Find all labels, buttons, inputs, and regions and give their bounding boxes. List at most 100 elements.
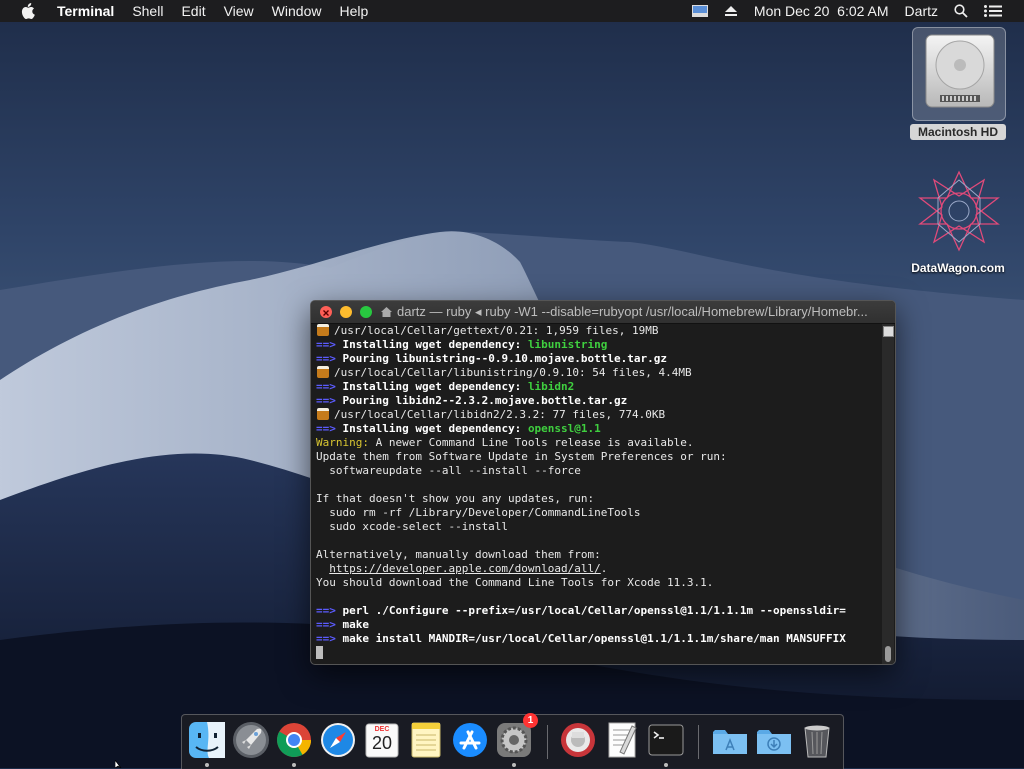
scroll-thumb[interactable] bbox=[885, 646, 891, 662]
finder-running-dot bbox=[205, 763, 209, 767]
calendar-day: 20 bbox=[371, 733, 393, 753]
dock-finder[interactable] bbox=[187, 720, 227, 760]
beer-mug-icon bbox=[317, 408, 329, 420]
terminal-text: Installing wget dependency: bbox=[342, 422, 528, 435]
hard-disk-icon[interactable] bbox=[922, 33, 998, 111]
dock-trash[interactable] bbox=[797, 720, 837, 760]
terminal-indent bbox=[316, 562, 329, 575]
datawagon-app-icon[interactable] bbox=[916, 168, 1002, 254]
dock-textedit[interactable] bbox=[602, 720, 642, 760]
downloads-folder-icon bbox=[757, 730, 791, 754]
applications-folder-icon bbox=[713, 730, 747, 754]
launchpad-rocket-icon bbox=[233, 722, 269, 758]
terminal-line: softwareupdate --all --install --force bbox=[316, 464, 881, 478]
zoom-button[interactable] bbox=[360, 306, 372, 318]
dock-safari[interactable] bbox=[318, 720, 358, 760]
scroll-up-button[interactable] bbox=[883, 326, 894, 337]
terminal-text: make install MANDIR=/usr/local/Cellar/op… bbox=[342, 632, 846, 645]
macintosh-hd-label[interactable]: Macintosh HD bbox=[910, 124, 1006, 140]
menu-clock[interactable]: Mon Dec 20 6:02 AM bbox=[746, 0, 897, 22]
terminal-line: Warning: A newer Command Line Tools rele… bbox=[316, 436, 881, 450]
menu-view[interactable]: View bbox=[215, 0, 263, 22]
terminal-text: You should download the Command Line Too… bbox=[316, 576, 714, 589]
download-link[interactable]: https://developer.apple.com/download/all… bbox=[329, 562, 601, 575]
menu-edit[interactable]: Edit bbox=[172, 0, 214, 22]
terminal-line: ==> make install MANDIR=/usr/local/Cella… bbox=[316, 632, 881, 646]
terminal-text: /usr/local/Cellar/libunistring/0.9.10: 5… bbox=[334, 366, 692, 379]
notification-center-icon[interactable] bbox=[976, 5, 1024, 17]
datawagon-label[interactable]: DataWagon.com bbox=[895, 261, 1021, 275]
close-button[interactable] bbox=[320, 306, 332, 318]
terminal-text: make bbox=[342, 618, 370, 631]
safari-compass-icon bbox=[321, 723, 355, 757]
dock-downloads-folder[interactable] bbox=[754, 720, 794, 760]
dock-photo-app[interactable] bbox=[558, 720, 598, 760]
mouse-pointer-icon bbox=[115, 760, 122, 768]
terminal-prompt-line[interactable] bbox=[316, 646, 881, 660]
dock-terminal[interactable] bbox=[646, 720, 686, 760]
terminal-text: Installing wget dependency: bbox=[342, 380, 528, 393]
terminal-window[interactable]: dartz — ruby ◂ ruby -W1 --disable=rubyop… bbox=[310, 300, 896, 665]
terminal-scrollbar[interactable] bbox=[882, 324, 894, 664]
terminal-line: Update them from Software Update in Syst… bbox=[316, 450, 881, 464]
textedit-icon bbox=[608, 722, 637, 758]
trash-icon bbox=[804, 725, 830, 758]
menu-app-name[interactable]: Terminal bbox=[48, 0, 123, 22]
terminal-title: dartz — ruby ◂ ruby -W1 --disable=rubyop… bbox=[381, 301, 887, 323]
beer-mug-icon bbox=[317, 324, 329, 336]
terminal-line: ==> Installing wget dependency: libunist… bbox=[316, 338, 881, 352]
text-cursor bbox=[316, 646, 323, 659]
terminal-line: /usr/local/Cellar/libunistring/0.9.10: 5… bbox=[316, 366, 881, 380]
terminal-line: ==> perl ./Configure --prefix=/usr/local… bbox=[316, 604, 881, 618]
display-icon[interactable] bbox=[684, 5, 716, 17]
terminal-text: softwareupdate --all --install --force bbox=[316, 464, 581, 477]
terminal-text: sudo rm -rf /Library/Developer/CommandLi… bbox=[316, 506, 641, 519]
terminal-text: Installing wget dependency: bbox=[342, 338, 528, 351]
arrow-prefix: ==> bbox=[316, 632, 336, 645]
terminal-text: Pouring libunistring--0.9.10.mojave.bott… bbox=[342, 352, 668, 365]
dock-app-store[interactable] bbox=[450, 720, 490, 760]
terminal-line: /usr/local/Cellar/gettext/0.21: 1,959 fi… bbox=[316, 324, 881, 338]
menu-user[interactable]: Dartz bbox=[897, 0, 946, 22]
terminal-line: You should download the Command Line Too… bbox=[316, 576, 881, 590]
terminal-text: Pouring libidn2--2.3.2.mojave.bottle.tar… bbox=[342, 394, 628, 407]
terminal-output[interactable]: /usr/local/Cellar/gettext/0.21: 1,959 fi… bbox=[315, 324, 881, 664]
terminal-line: Alternatively, manually download them fr… bbox=[316, 548, 881, 562]
terminal-line: /usr/local/Cellar/libidn2/2.3.2: 77 file… bbox=[316, 408, 881, 422]
terminal-titlebar[interactable]: dartz — ruby ◂ ruby -W1 --disable=rubyop… bbox=[311, 301, 895, 324]
terminal-line: ==> Pouring libunistring--0.9.10.mojave.… bbox=[316, 352, 881, 366]
terminal-line: ==> make bbox=[316, 618, 881, 632]
camera-app-icon bbox=[561, 723, 595, 757]
dependency-name: openssl@1.1 bbox=[527, 422, 601, 435]
dock-chrome[interactable] bbox=[274, 720, 314, 760]
sysprefs-running-dot bbox=[512, 763, 516, 767]
terminal-line: ==> Installing wget dependency: libidn2 bbox=[316, 380, 881, 394]
terminal-text: If that doesn't show you any updates, ru… bbox=[316, 492, 595, 505]
eject-icon[interactable] bbox=[716, 5, 746, 17]
dock-notes[interactable] bbox=[406, 720, 446, 760]
dock-calendar[interactable]: DEC 20 bbox=[362, 720, 402, 760]
menu-shell[interactable]: Shell bbox=[123, 0, 172, 22]
terminal-text: perl ./Configure --prefix=/usr/local/Cel… bbox=[342, 604, 846, 617]
apple-menu-icon[interactable] bbox=[20, 3, 36, 19]
arrow-prefix: ==> bbox=[316, 618, 336, 631]
chrome-icon bbox=[277, 723, 311, 757]
finder-icon bbox=[189, 722, 225, 758]
spotlight-search-icon[interactable] bbox=[946, 4, 976, 18]
minimize-button[interactable] bbox=[340, 306, 352, 318]
dock-launchpad[interactable] bbox=[231, 720, 271, 760]
dock-separator bbox=[547, 725, 548, 759]
dock-system-preferences[interactable]: 1 bbox=[494, 713, 538, 760]
notes-icon bbox=[411, 722, 441, 758]
dock-applications-folder[interactable] bbox=[710, 720, 750, 760]
system-preferences-badge: 1 bbox=[523, 713, 538, 728]
arrow-prefix: ==> bbox=[316, 394, 336, 407]
menu-bar: Terminal Shell Edit View Window Help Mon… bbox=[0, 0, 1024, 22]
home-folder-icon bbox=[381, 307, 392, 317]
arrow-prefix: ==> bbox=[316, 338, 336, 351]
menu-help[interactable]: Help bbox=[330, 0, 377, 22]
menu-window[interactable]: Window bbox=[263, 0, 331, 22]
arrow-prefix: ==> bbox=[316, 352, 336, 365]
terminal-title-text: dartz — ruby ◂ ruby -W1 --disable=rubyop… bbox=[397, 304, 868, 319]
